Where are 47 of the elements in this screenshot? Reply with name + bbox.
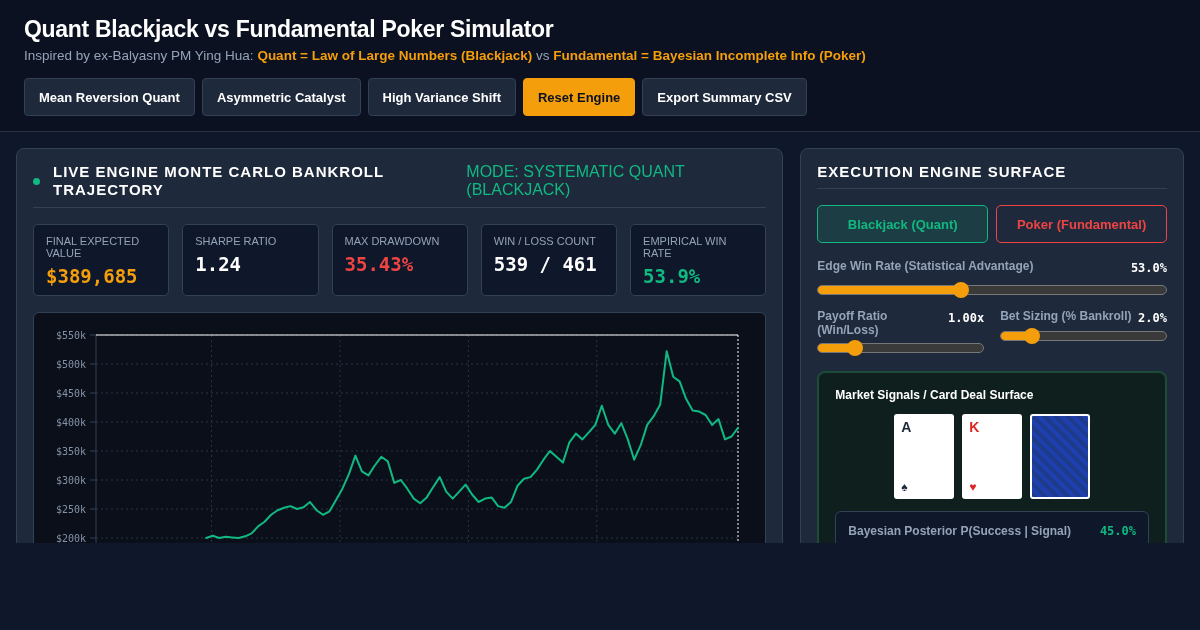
mode-toggle[interactable]: Blackjack (Quant) bbox=[817, 205, 989, 243]
toolbar-button[interactable]: Asymmetric Catalyst bbox=[201, 78, 361, 116]
mode-label: MODE: SYSTEMATIC QUANT (BLACKJACK) bbox=[466, 163, 686, 199]
posterior-value: 45.0% bbox=[1099, 524, 1136, 538]
slider[interactable] bbox=[1000, 331, 1167, 341]
card-rank: K bbox=[969, 419, 980, 435]
slider-label: Edge Win Rate (Statistical Advantage) bbox=[817, 259, 1034, 273]
metric-label: EMPIRICAL WIN RATE bbox=[643, 235, 728, 259]
axis-tick-label: $350k bbox=[55, 446, 86, 457]
page-title: Quant Blackjack vs Fundamental Poker Simulator bbox=[24, 16, 555, 43]
axis-tick-label: $550k bbox=[55, 330, 86, 341]
metric-label: FINAL EXPECTED VALUE bbox=[46, 235, 141, 259]
slider[interactable] bbox=[817, 285, 1167, 295]
axis-tick-label: $200k bbox=[55, 533, 86, 543]
axis-tick-label: $500k bbox=[55, 359, 86, 370]
mode-toggle[interactable]: Poker (Fundamental) bbox=[996, 205, 1167, 243]
card-rank: A bbox=[901, 419, 912, 435]
deal-title: Market Signals / Card Deal Surface bbox=[835, 388, 1035, 402]
toolbar-button[interactable]: Reset Engine bbox=[523, 78, 636, 116]
slider-reading: 1.00x bbox=[948, 311, 985, 325]
metric-label: SHARPE RATIO bbox=[195, 235, 278, 247]
status-dot-icon bbox=[33, 177, 40, 185]
panel-title: EXECUTION ENGINE SURFACE bbox=[817, 163, 1167, 189]
metric-value: $389,685 bbox=[46, 265, 139, 287]
metric-value: 35.43% bbox=[344, 253, 415, 275]
posterior-label: Bayesian Posterior P(Success | Signal) bbox=[848, 524, 1072, 538]
slider-label: Payoff Ratio (Win/Loss) bbox=[817, 309, 889, 337]
toolbar-button[interactable]: Export Summary CSV bbox=[642, 78, 807, 116]
card-suit: ♥ bbox=[969, 480, 977, 494]
axis-tick-label: $250k bbox=[55, 504, 86, 515]
metric-value: 53.9% bbox=[643, 265, 702, 287]
metric-label: MAX DRAWDOWN bbox=[344, 235, 441, 247]
axis-tick-label: $300k bbox=[55, 475, 86, 486]
slider[interactable] bbox=[817, 343, 985, 353]
slider-reading: 2.0% bbox=[1138, 311, 1167, 325]
axis-tick-label: $400k bbox=[55, 417, 86, 428]
metric-label: WIN / LOSS COUNT bbox=[493, 235, 597, 247]
subtitle: Inspired by ex-Balyasny PM Ying Hua: Quant = Law of Large Numbers (Blackjack) vs Fundamental = Bayesian Incomplete Info (Poker) bbox=[24, 48, 867, 63]
toolbar-button[interactable]: High Variance Shift bbox=[367, 78, 516, 116]
metric-value: 1.24 bbox=[195, 253, 243, 275]
panel-title: LIVE ENGINE MONTE CARLO BANKROLL TRAJECTORY bbox=[53, 163, 385, 199]
axis-tick-label: $450k bbox=[55, 388, 86, 399]
toolbar-button[interactable]: Mean Reversion Quant bbox=[24, 78, 195, 116]
slider-reading: 53.0% bbox=[1130, 261, 1167, 275]
slider-label: Bet Sizing (% Bankroll) bbox=[1000, 309, 1132, 323]
metric-value: 539 / 461 bbox=[493, 253, 598, 275]
card-suit: ♠ bbox=[901, 480, 908, 494]
